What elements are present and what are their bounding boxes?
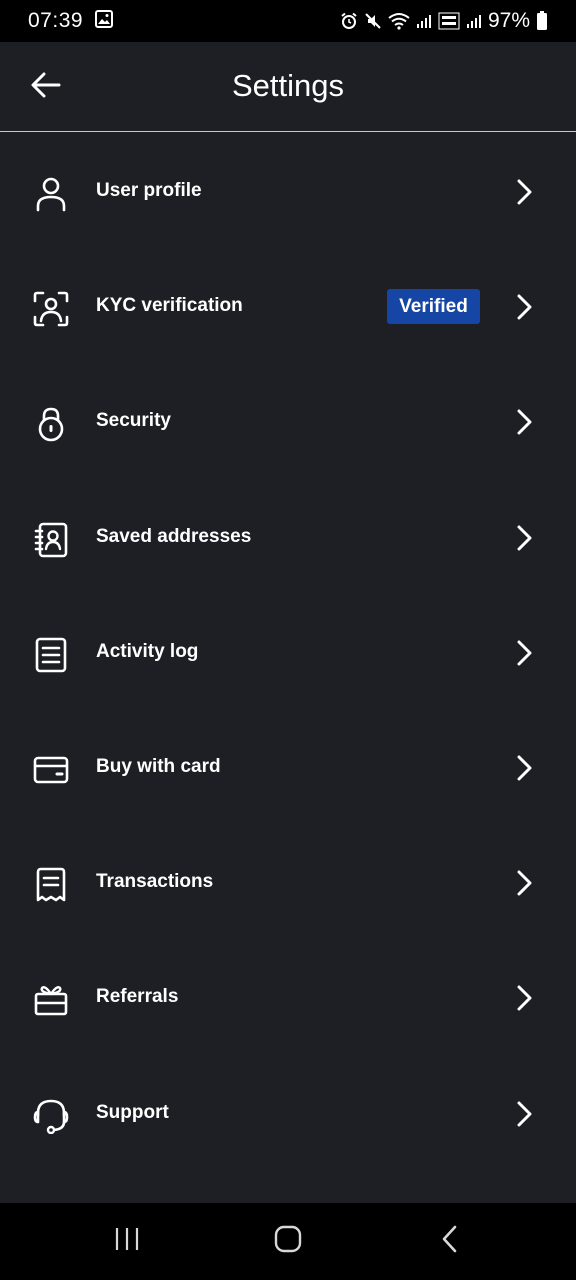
wifi-icon	[388, 12, 410, 30]
settings-item-label: Security	[96, 410, 171, 432]
mute-icon	[364, 12, 382, 30]
settings-item-label: Support	[96, 1101, 169, 1123]
back-nav-button[interactable]	[430, 1225, 470, 1257]
settings-item-label: Buy with card	[96, 755, 221, 777]
signal-icon	[416, 13, 432, 29]
chevron-right-icon	[512, 294, 536, 320]
face-scan-icon	[31, 289, 71, 329]
app-header: Settings	[0, 42, 576, 132]
back-icon	[440, 1225, 460, 1258]
home-button[interactable]	[268, 1225, 308, 1257]
settings-item-label: Activity log	[96, 640, 199, 662]
chevron-right-icon	[512, 640, 536, 666]
alarm-icon	[340, 12, 358, 30]
settings-item-saved-addresses[interactable]: Saved addresses	[0, 479, 576, 594]
settings-item-label: User profile	[96, 180, 202, 201]
settings-list: User profile KYC verification Verified S…	[0, 133, 576, 1170]
credit-card-icon	[31, 750, 71, 790]
chevron-right-icon	[512, 870, 536, 896]
settings-item-label: KYC verification	[96, 295, 243, 317]
image-icon	[95, 9, 114, 33]
chevron-right-icon	[512, 179, 536, 205]
settings-item-kyc-verification[interactable]: KYC verification Verified	[0, 248, 576, 363]
chevron-right-icon	[512, 409, 536, 435]
chevron-right-icon	[512, 755, 536, 781]
status-bar: 07:39 97%	[0, 0, 576, 42]
document-list-icon	[31, 635, 71, 675]
recent-apps-icon	[113, 1226, 141, 1257]
settings-item-label: Referrals	[96, 986, 179, 1008]
lock-icon	[31, 404, 71, 444]
contacts-book-icon	[31, 520, 71, 560]
status-badge: Verified	[387, 289, 480, 325]
headset-icon	[31, 1096, 71, 1136]
battery-icon	[536, 11, 548, 31]
settings-item-user-profile[interactable]: User profile	[0, 133, 576, 248]
battery-percent: 97%	[487, 9, 530, 32]
settings-item-security[interactable]: Security	[0, 363, 576, 478]
settings-item-transactions[interactable]: Transactions	[0, 824, 576, 939]
gift-icon	[31, 980, 71, 1020]
chevron-right-icon	[512, 1101, 536, 1127]
volte-icon	[438, 12, 460, 30]
settings-item-label: Transactions	[96, 871, 214, 893]
page-title: Settings	[231, 68, 344, 103]
settings-item-label: Saved addresses	[96, 525, 252, 547]
home-icon	[274, 1225, 302, 1258]
status-time: 07:39	[28, 9, 84, 32]
system-navigation-bar	[0, 1203, 576, 1280]
recent-apps-button[interactable]	[107, 1225, 147, 1257]
receipt-icon	[31, 865, 71, 905]
chevron-right-icon	[512, 525, 536, 551]
settings-item-support[interactable]: Support	[0, 1055, 576, 1170]
signal-icon	[466, 13, 482, 29]
user-icon	[31, 174, 71, 214]
settings-item-buy-with-card[interactable]: Buy with card	[0, 709, 576, 824]
settings-item-referrals[interactable]: Referrals	[0, 939, 576, 1054]
settings-item-activity-log[interactable]: Activity log	[0, 594, 576, 709]
chevron-right-icon	[512, 985, 536, 1011]
